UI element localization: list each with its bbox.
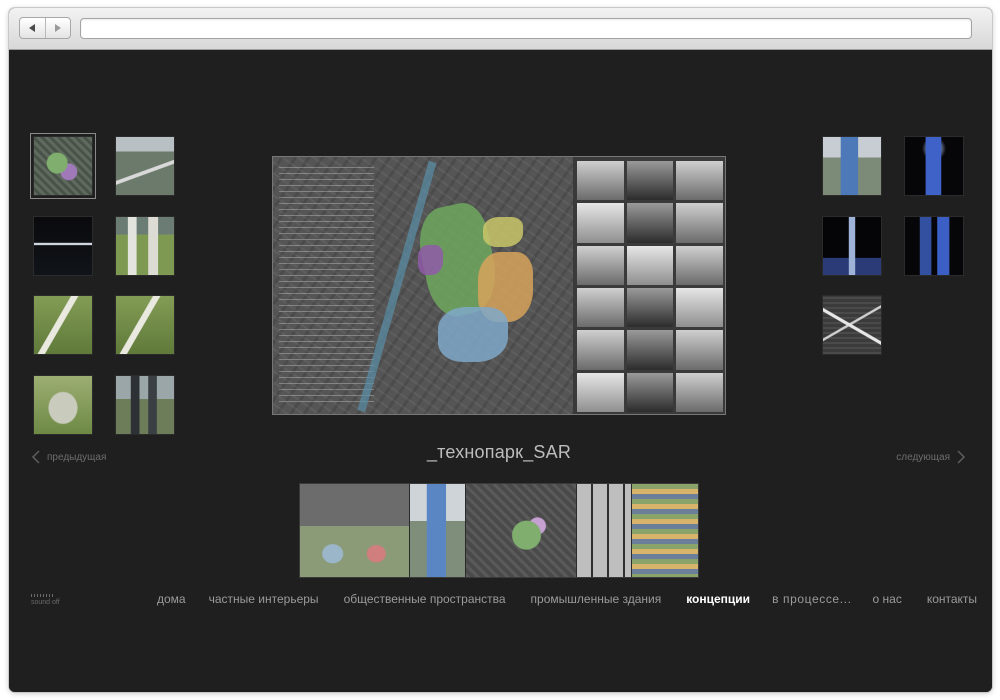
- forward-arrow-icon: [54, 24, 61, 32]
- sound-toggle[interactable]: sound off: [31, 594, 71, 606]
- site-plan-drawing: [273, 157, 573, 414]
- sound-bars-icon: [31, 594, 53, 597]
- project-title: _технопарк_SAR: [426, 442, 572, 462]
- filmstrip-photo-sheet[interactable]: [576, 484, 632, 577]
- collage-photo: [626, 287, 674, 328]
- collage-photo: [577, 372, 624, 412]
- collage-photo: [626, 161, 674, 201]
- main-project-image[interactable]: [272, 156, 726, 415]
- menu-item-in-progress[interactable]: в процессе...: [772, 592, 851, 606]
- collage-photo: [626, 245, 674, 285]
- collage-photo: [577, 161, 624, 201]
- collage-photo: [676, 245, 723, 285]
- browser-toolbar: [9, 8, 992, 50]
- thumbnail-glass-tower[interactable]: [822, 136, 882, 196]
- back-button[interactable]: [20, 18, 45, 38]
- filmstrip-site-plan[interactable]: [466, 484, 576, 577]
- collage-photo: [626, 330, 674, 370]
- address-bar[interactable]: [80, 18, 972, 39]
- plan-zone-blue: [438, 307, 508, 362]
- portfolio-page: предыдущая _технопарк_SAR следующая soun…: [9, 50, 992, 692]
- menu-item-about[interactable]: о нас: [873, 592, 902, 606]
- thumbnail-night-tower[interactable]: [904, 136, 964, 196]
- next-label: следующая: [896, 451, 950, 463]
- thumbnail-towers-render[interactable]: [115, 375, 175, 435]
- previous-link[interactable]: предыдущая: [31, 450, 106, 464]
- menu-item-concepts[interactable]: концепции: [686, 592, 750, 606]
- plan-zone-yellow: [483, 217, 523, 247]
- chevron-right-icon: [957, 450, 966, 464]
- menu-item-homes[interactable]: дома: [157, 592, 186, 606]
- browser-window: предыдущая _технопарк_SAR следующая soun…: [9, 8, 992, 692]
- thumbnail-light-beam[interactable]: [822, 216, 882, 276]
- collage-photo: [676, 372, 723, 412]
- menu-item-industrial-buildings[interactable]: промышленные здания: [531, 592, 662, 606]
- sound-label: sound off: [31, 599, 60, 606]
- plan-zone-purple: [418, 245, 443, 275]
- collage-photo: [676, 161, 723, 201]
- plan-legend-text: [279, 167, 374, 407]
- collage-photo: [676, 287, 723, 328]
- collage-photo: [577, 287, 624, 328]
- menu-item-contacts[interactable]: контакты: [927, 592, 977, 606]
- thumbnail-site-plan[interactable]: [30, 133, 96, 199]
- collage-photo: [577, 203, 624, 243]
- thumbnail-night-section[interactable]: [33, 216, 93, 276]
- filmstrip-tower-render[interactable]: [410, 484, 466, 577]
- collage-photo: [577, 245, 624, 285]
- previous-label: предыдущая: [47, 451, 107, 463]
- collage-photo: [626, 372, 674, 412]
- collage-photo: [676, 330, 723, 370]
- collage-photo: [626, 203, 674, 243]
- thumbnail-courtyard-render[interactable]: [115, 295, 175, 355]
- thumbnail-block-render[interactable]: [115, 216, 175, 276]
- main-menu: дома частные интерьеры общественные прос…: [157, 592, 977, 606]
- collage-photo: [676, 203, 723, 243]
- sheet-filmstrip: [299, 483, 699, 578]
- menu-item-public-spaces[interactable]: общественные пространства: [344, 592, 506, 606]
- thumbnail-map-sketch[interactable]: [822, 295, 882, 355]
- thumbnail-green-render[interactable]: [33, 295, 93, 355]
- thumbnail-park-render[interactable]: [33, 375, 93, 435]
- chevron-left-icon: [31, 450, 40, 464]
- history-buttons: [19, 17, 71, 39]
- filmstrip-zoning-sheet[interactable]: [632, 484, 698, 577]
- thumbnail-aerial-render[interactable]: [115, 136, 175, 196]
- photo-collage: [573, 157, 725, 414]
- filmstrip-render-sheet[interactable]: [300, 484, 410, 577]
- thumbnail-twin-towers[interactable]: [904, 216, 964, 276]
- forward-button[interactable]: [44, 18, 70, 38]
- back-arrow-icon: [29, 24, 36, 32]
- collage-photo: [577, 330, 624, 370]
- menu-item-private-interiors[interactable]: частные интерьеры: [209, 592, 319, 606]
- next-link[interactable]: следующая: [896, 450, 966, 464]
